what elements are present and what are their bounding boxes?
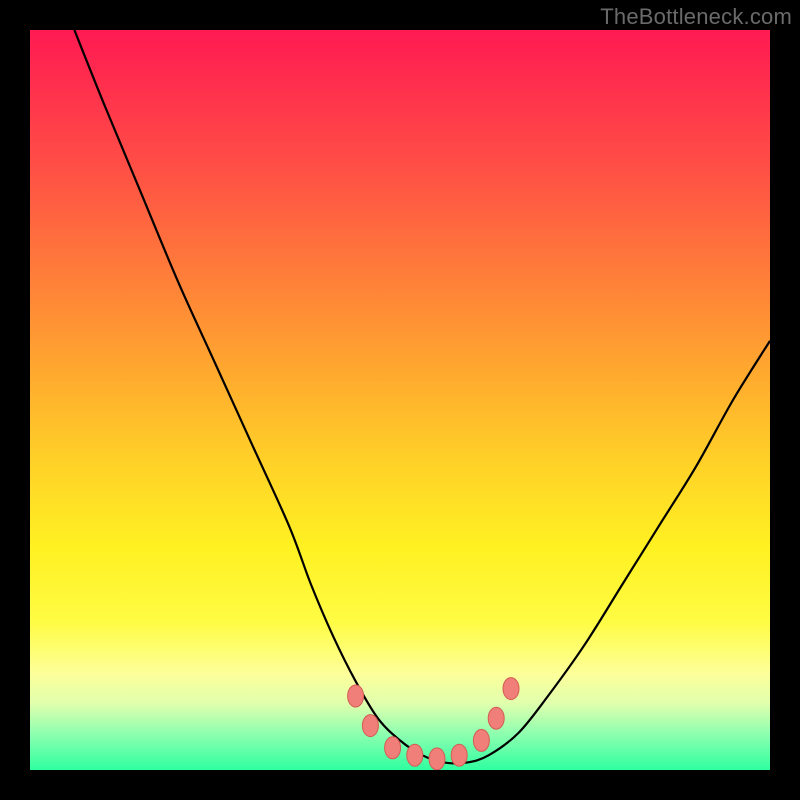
curve-marker: [385, 737, 401, 759]
bottleneck-curve: [30, 30, 770, 770]
curve-marker: [407, 744, 423, 766]
outer-frame: TheBottleneck.com: [0, 0, 800, 800]
curve-marker: [488, 707, 504, 729]
curve-marker: [348, 685, 364, 707]
curve-marker: [429, 748, 445, 770]
curve-markers: [348, 678, 519, 770]
watermark-text: TheBottleneck.com: [600, 4, 792, 30]
chart-plot-area: [30, 30, 770, 770]
curve-line: [74, 30, 770, 764]
curve-marker: [503, 678, 519, 700]
curve-marker: [473, 729, 489, 751]
curve-marker: [451, 744, 467, 766]
curve-marker: [362, 715, 378, 737]
